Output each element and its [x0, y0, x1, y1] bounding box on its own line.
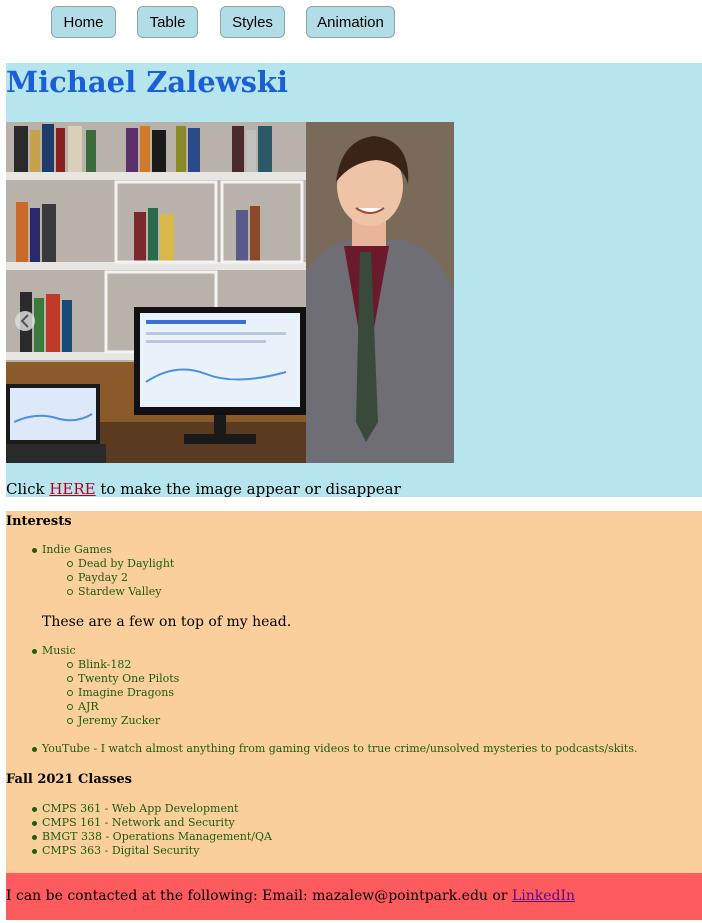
list-item-class: CMPS 361 - Web App Development: [31, 802, 239, 815]
hero-section: Michael Zalewski Click HERE to make the …: [6, 63, 702, 498]
list-item-band: AJR: [67, 700, 99, 713]
nav-animation-button[interactable]: Animation: [306, 6, 395, 38]
list-item-band: Imagine Dragons: [66, 686, 175, 699]
list-item-game: Payday 2: [67, 571, 128, 584]
contact-section: I can be contacted at the following: Ema…: [6, 873, 702, 920]
list-item-youtube: YouTube - I watch almost anything from g…: [32, 742, 638, 755]
page-title: Michael Zalewski: [6, 65, 289, 99]
list-item-band: Blink-182: [66, 658, 132, 671]
list-item-class: CMPS 161 - Network and Security: [32, 816, 235, 829]
image-toggle-text: Click HERE to make the image appear or d…: [6, 480, 401, 498]
nav-home-button[interactable]: Home: [51, 6, 116, 38]
interests-section: Interests Indie Games Dead by Daylight P…: [6, 511, 702, 873]
classes-title: Fall 2021 Classes: [6, 772, 132, 787]
list-item-game: Stardew Valley: [67, 585, 162, 598]
list-item-music: Music: [32, 644, 76, 657]
list-item-class: CMPS 363 - Digital Security: [31, 844, 200, 857]
list-item-band: Twenty One Pilots: [66, 672, 180, 685]
toggle-prefix: Click: [6, 480, 50, 498]
interests-note: These are a few on top of my head.: [42, 614, 292, 630]
interests-title: Interests: [6, 514, 72, 529]
list-item-game: Dead by Daylight: [66, 557, 175, 570]
contact-prefix: I can be contacted at the following: Ema…: [6, 888, 512, 904]
nav-styles-button[interactable]: Styles: [220, 6, 285, 38]
list-item-band: Jeremy Zucker: [66, 714, 161, 727]
contact-text: I can be contacted at the following: Ema…: [6, 888, 575, 904]
toggle-image-link[interactable]: HERE: [49, 480, 95, 498]
nav-table-button[interactable]: Table: [137, 6, 198, 38]
top-nav: Home Table Styles Animation: [0, 6, 702, 40]
profile-photo-illustration: [6, 122, 454, 463]
toggle-suffix: to make the image appear or disappear: [95, 480, 401, 498]
profile-photo: [6, 122, 454, 463]
list-item-class: BMGT 338 - Operations Management/QA: [32, 830, 272, 843]
linkedin-link[interactable]: LinkedIn: [512, 888, 575, 904]
list-item-indie-games: Indie Games: [32, 543, 112, 556]
